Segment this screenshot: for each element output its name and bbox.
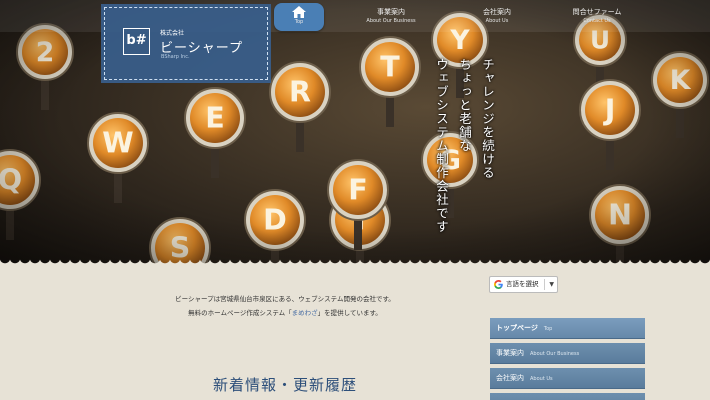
intro-line-1: ビーシャープは宮城県仙台市泉区にある、ウェブシステム開発の会社です。 xyxy=(175,295,395,303)
side-menu-item-label: 会社案内 xyxy=(496,374,524,382)
language-select-label: 言語を選択 xyxy=(506,280,539,288)
chevron-down-icon: ▼ xyxy=(549,281,554,288)
side-menu-item-business[interactable]: 事業案内 About Our Business xyxy=(490,343,645,364)
nav-business-label: 事業案内 xyxy=(377,8,405,16)
intro-line-2-before: 無料のホームページ作成システム「 xyxy=(188,309,292,317)
mamewaza-link[interactable]: まめわざ xyxy=(292,309,318,317)
catch-copy-line-2: ちょっと老舗な xyxy=(457,58,472,153)
intro-text: ビーシャープは宮城県仙台市泉区にある、ウェブシステム開発の会社です。 無料のホー… xyxy=(150,292,420,320)
side-menu-item-top[interactable]: トップページ Top xyxy=(490,318,645,339)
nav-contact-sub: Contact Us xyxy=(583,18,611,24)
nav-top[interactable]: Top xyxy=(274,3,324,31)
site-logo[interactable]: b# 株式会社 ビーシャープ BSharp Inc. xyxy=(101,4,271,83)
language-select[interactable]: 言語を選択 ▼ xyxy=(489,276,558,293)
hero-scalloped-edge xyxy=(0,258,710,272)
side-menu-item-label: 事業案内 xyxy=(496,349,524,357)
intro-line-2: 無料のホームページ作成システム「まめわざ」を提供しています。 xyxy=(150,306,420,320)
nav-company-label: 会社案内 xyxy=(483,8,511,16)
intro-line-2-after: 」を提供しています。 xyxy=(317,309,382,317)
home-icon xyxy=(292,6,306,18)
logo-english-name: BSharp Inc. xyxy=(161,54,190,60)
news-section-title: 新着情報・更新履歴 xyxy=(212,376,357,394)
language-select-divider xyxy=(544,279,545,290)
nav-top-label: Top xyxy=(294,19,304,25)
catch-copy-line-1: チャレンジを続ける xyxy=(480,58,495,180)
side-menu-item-label: トップページ xyxy=(496,324,538,332)
google-icon xyxy=(494,280,503,289)
side-menu-item-company[interactable]: 会社案内 About Us xyxy=(490,368,645,389)
side-menu-item-sub: Top xyxy=(543,326,553,332)
logo-mark: b# xyxy=(123,28,150,55)
side-menu-item-more[interactable] xyxy=(490,393,645,400)
nav-business[interactable]: 事業案内 About Our Business xyxy=(354,3,428,31)
catch-copy-line-3: ウェブシステム制作会社です xyxy=(434,58,449,234)
side-menu-item-sub: About Our Business xyxy=(530,351,580,357)
nav-contact-label: 問合せファーム xyxy=(572,8,622,16)
nav-contact[interactable]: 問合せファーム Contact Us xyxy=(560,3,634,31)
side-menu-item-sub: About Us xyxy=(530,376,553,382)
nav-business-sub: About Our Business xyxy=(366,18,416,24)
side-menu: トップページ Top 事業案内 About Our Business 会社案内 Abo… xyxy=(490,318,645,400)
nav-company-sub: About Us xyxy=(485,18,509,24)
logo-company-type: 株式会社 xyxy=(160,30,185,37)
nav-company[interactable]: 会社案内 About Us xyxy=(462,3,532,31)
